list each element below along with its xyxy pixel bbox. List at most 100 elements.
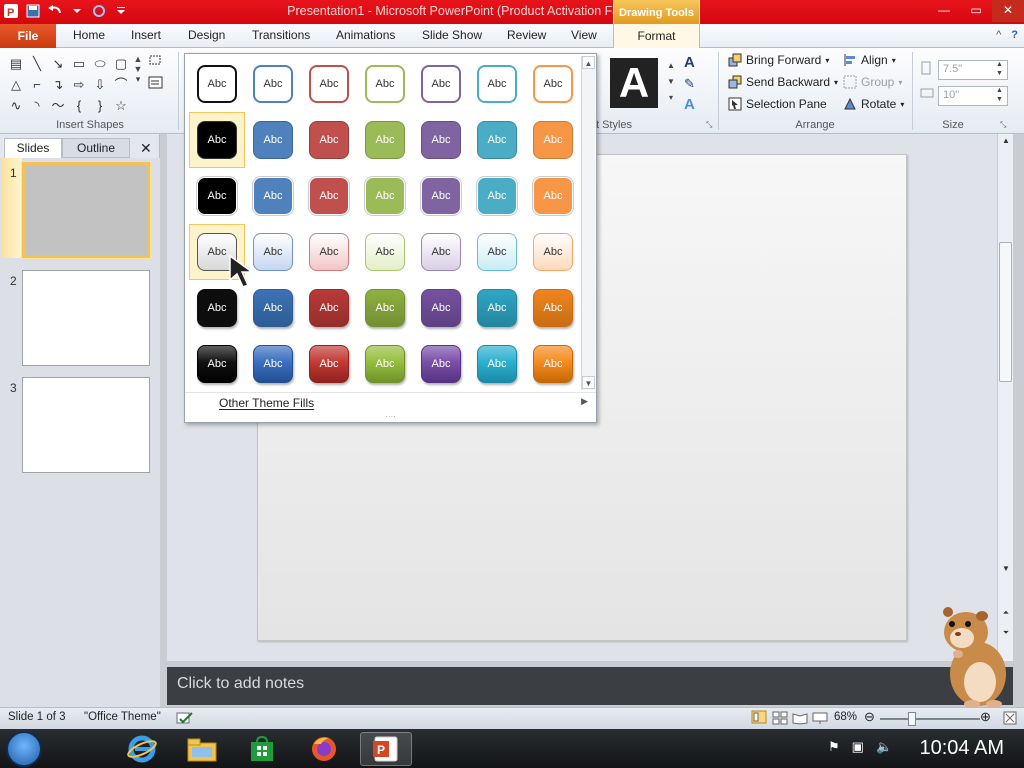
text-outline-icon[interactable]: ✎ — [684, 76, 695, 92]
scroll-thumb[interactable] — [999, 242, 1012, 382]
start-button[interactable] — [6, 731, 42, 767]
arc-shape-icon[interactable]: ◝ — [27, 96, 47, 116]
align-button[interactable]: Align ▾ — [843, 53, 896, 67]
wordart-gallery-scroll[interactable]: ▲ ▼ ▾ — [664, 58, 678, 106]
shape-style-option[interactable]: Abc — [245, 336, 301, 392]
text-effects-icon[interactable]: A — [684, 96, 695, 113]
send-backward-button[interactable]: Send Backward ▾ — [728, 75, 838, 89]
draw-textbox-icon[interactable] — [148, 76, 164, 93]
vertical-scrollbar[interactable]: ▲ ▼ ⏶ ⏷ — [997, 134, 1013, 661]
tab-slides[interactable]: Slides — [4, 138, 62, 158]
shape-style-option[interactable]: Abc — [189, 112, 245, 168]
scroll-down-icon[interactable]: ▼ — [998, 564, 1014, 573]
windows-store-icon[interactable] — [236, 732, 288, 766]
shape-style-option[interactable]: Abc — [413, 224, 469, 280]
notes-pane[interactable]: Click to add notes — [167, 667, 1013, 705]
tab-slideshow[interactable]: Slide Show — [422, 28, 482, 42]
width-spinner-icon[interactable]: ▲ ▼ — [996, 86, 1003, 104]
tab-design[interactable]: Design — [188, 28, 225, 42]
scroll-up-icon[interactable]: ▲ — [998, 136, 1014, 145]
close-button[interactable]: ✕ — [992, 0, 1024, 22]
shape-style-option[interactable]: Abc — [413, 280, 469, 336]
shape-style-option[interactable]: Abc — [357, 224, 413, 280]
right-brace-shape-icon[interactable]: } — [90, 96, 110, 116]
right-arrow-shape-icon[interactable]: ⇨ — [69, 75, 89, 95]
height-spinner-icon[interactable]: ▲ ▼ — [996, 60, 1003, 78]
shape-style-option[interactable]: Abc — [301, 280, 357, 336]
fit-slide-icon[interactable] — [1003, 711, 1017, 728]
down-arrow-shape-icon[interactable]: ⇩ — [90, 75, 110, 95]
shape-style-option[interactable]: Abc — [357, 280, 413, 336]
shape-style-option[interactable]: Abc — [525, 336, 581, 392]
tab-transitions[interactable]: Transitions — [252, 28, 310, 42]
oval-shape-icon[interactable]: ⬭ — [90, 54, 110, 74]
star-shape-icon[interactable]: ☆ — [111, 96, 131, 116]
shape-style-option[interactable]: Abc — [245, 112, 301, 168]
gallery-scroll-down-icon[interactable]: ▼ — [582, 376, 595, 389]
firefox-icon[interactable] — [298, 732, 350, 766]
resize-grip[interactable]: ···· — [185, 413, 596, 422]
close-pane-icon[interactable]: ✕ — [140, 140, 152, 157]
wordart-style-preview[interactable]: A — [610, 58, 658, 108]
left-brace-shape-icon[interactable]: { — [69, 96, 89, 116]
shape-style-option[interactable]: Abc — [469, 280, 525, 336]
zoom-slider-knob[interactable] — [908, 712, 916, 726]
tab-format[interactable]: Format — [613, 24, 700, 49]
elbow-arrow-shape-icon[interactable]: ↴ — [48, 75, 68, 95]
shape-style-option[interactable]: Abc — [357, 112, 413, 168]
theme-name[interactable]: "Office Theme" — [84, 711, 161, 723]
zoom-in-icon[interactable]: ⊕ — [980, 709, 991, 725]
internet-explorer-icon[interactable] — [116, 732, 168, 766]
group-button[interactable]: Group ▾ — [843, 75, 902, 89]
edit-shape-icon[interactable] — [148, 54, 164, 71]
shape-style-option[interactable]: Abc — [413, 112, 469, 168]
shape-style-option[interactable]: Abc — [301, 224, 357, 280]
shape-style-option[interactable]: Abc — [469, 168, 525, 224]
network-icon[interactable]: ▣ — [852, 739, 864, 755]
bring-forward-button[interactable]: Bring Forward ▾ — [728, 53, 829, 67]
shape-style-option[interactable]: Abc — [189, 168, 245, 224]
triangle-shape-icon[interactable]: △ — [6, 75, 26, 95]
slide-show-view-icon[interactable] — [812, 711, 828, 728]
maximize-button[interactable]: ▭ — [960, 0, 992, 22]
slide-thumbnail-1[interactable] — [22, 162, 150, 258]
shape-style-option[interactable]: Abc — [301, 56, 357, 112]
arrow-line-shape-icon[interactable]: ↘ — [48, 54, 68, 74]
action-center-flag-icon[interactable]: ⚑ — [828, 739, 840, 755]
gallery-scroll-up-icon[interactable]: ▲ — [582, 56, 595, 69]
rounded-rect-shape-icon[interactable]: ▢ — [111, 54, 131, 74]
other-theme-fills-item[interactable]: Other Theme Fills ▶ — [185, 392, 596, 414]
tab-home[interactable]: Home — [73, 28, 105, 42]
minimize-ribbon-icon[interactable]: ^ — [996, 29, 1001, 41]
clock[interactable]: 10:04 AM — [919, 737, 1004, 760]
shape-style-option[interactable]: Abc — [469, 336, 525, 392]
shapes-gallery[interactable]: ▤ ╲ ↘ ▭ ⬭ ▢ △ ⌐ ↴ ⇨ ⇩ ⌒ ∿ ◝ 〜 { } ☆ — [6, 54, 136, 118]
wordart-dialog-launcher-icon[interactable]: ⤡ — [706, 120, 712, 130]
text-fill-icon[interactable]: A — [684, 54, 695, 71]
slide-thumbnail-3[interactable] — [22, 377, 150, 473]
volume-muted-icon[interactable]: 🔈 — [876, 739, 892, 755]
shape-style-option[interactable]: Abc — [413, 336, 469, 392]
shape-style-option[interactable]: Abc — [525, 112, 581, 168]
powerpoint-taskbar-icon[interactable]: P — [360, 732, 412, 766]
gallery-scrollbar[interactable]: ▲ ▼ — [581, 56, 595, 390]
textbox-shape-icon[interactable]: ▤ — [6, 54, 26, 74]
line-shape-icon[interactable]: ╲ — [27, 54, 47, 74]
zoom-slider-track[interactable] — [880, 718, 980, 720]
size-dialog-launcher-icon[interactable]: ⤡ — [1000, 120, 1006, 130]
freeform-shape-icon[interactable]: ⌒ — [111, 75, 131, 95]
wave-shape-icon[interactable]: 〜 — [48, 96, 68, 116]
reading-view-icon[interactable] — [792, 711, 808, 728]
selection-pane-button[interactable]: Selection Pane — [728, 97, 827, 111]
shape-style-option[interactable]: Abc — [189, 56, 245, 112]
tab-animations[interactable]: Animations — [336, 28, 395, 42]
shape-style-option[interactable]: Abc — [301, 112, 357, 168]
slide-sorter-view-icon[interactable] — [772, 711, 788, 728]
tab-file[interactable]: File — [0, 24, 56, 48]
shape-style-option[interactable]: Abc — [525, 168, 581, 224]
shape-style-option[interactable]: Abc — [245, 56, 301, 112]
shape-style-option[interactable]: Abc — [469, 112, 525, 168]
elbow-connector-shape-icon[interactable]: ⌐ — [27, 75, 47, 95]
shapes-gallery-more[interactable]: ▲ ▼ ▾ — [132, 54, 144, 114]
normal-view-icon[interactable] — [751, 710, 767, 727]
